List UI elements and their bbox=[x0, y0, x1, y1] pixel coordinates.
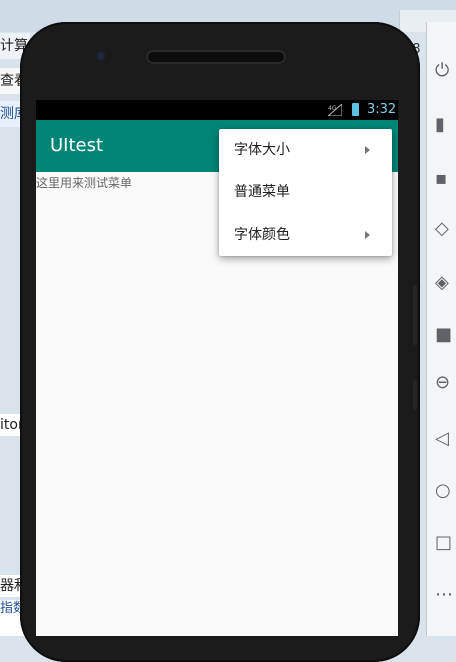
overview-icon[interactable]: □ bbox=[435, 532, 456, 554]
zoom-icon[interactable]: ⊖ bbox=[435, 372, 456, 394]
back-icon[interactable]: ◁ bbox=[435, 428, 456, 450]
status-time: 3:32 bbox=[367, 102, 397, 117]
menu-item-font-size[interactable]: 字体大小 bbox=[219, 129, 392, 171]
camera-icon[interactable]: ■ bbox=[435, 324, 456, 346]
power-button bbox=[413, 380, 417, 410]
volume-up-icon[interactable]: ▮ bbox=[435, 114, 456, 136]
emulator-side-toolbar: ⏻ ▮ ▪ ◇ ◈ ■ ⊖ ◁ ○ □ ⋯ bbox=[426, 22, 456, 636]
menu-item-label: 字体颜色 bbox=[234, 227, 290, 243]
submenu-arrow-icon bbox=[365, 146, 370, 154]
options-menu-popup: 字体大小 普通菜单 字体颜色 bbox=[219, 129, 392, 256]
app-title: UItest bbox=[50, 135, 104, 156]
status-bar: 4G 3:32 bbox=[36, 100, 398, 120]
rotate-right-icon[interactable]: ◈ bbox=[435, 272, 456, 294]
rotate-left-icon[interactable]: ◇ bbox=[435, 218, 456, 240]
menu-item-label: 普通菜单 bbox=[234, 184, 290, 200]
menu-item-normal[interactable]: 普通菜单 bbox=[219, 171, 392, 213]
battery-icon bbox=[352, 103, 359, 116]
volume-button bbox=[413, 285, 417, 345]
menu-item-label: 字体大小 bbox=[234, 142, 290, 158]
power-icon[interactable]: ⏻ bbox=[435, 60, 456, 82]
more-icon[interactable]: ⋯ bbox=[435, 584, 456, 606]
front-camera bbox=[97, 52, 105, 60]
signal-icon: 4G bbox=[328, 104, 342, 116]
svg-text:4G: 4G bbox=[328, 105, 337, 112]
content-text: 这里用来测试菜单 bbox=[36, 176, 133, 190]
earpiece-speaker bbox=[148, 52, 284, 62]
menu-item-font-color[interactable]: 字体颜色 bbox=[219, 214, 392, 256]
submenu-arrow-icon bbox=[365, 231, 370, 239]
volume-down-icon[interactable]: ▪ bbox=[435, 168, 456, 190]
home-icon[interactable]: ○ bbox=[435, 480, 456, 502]
